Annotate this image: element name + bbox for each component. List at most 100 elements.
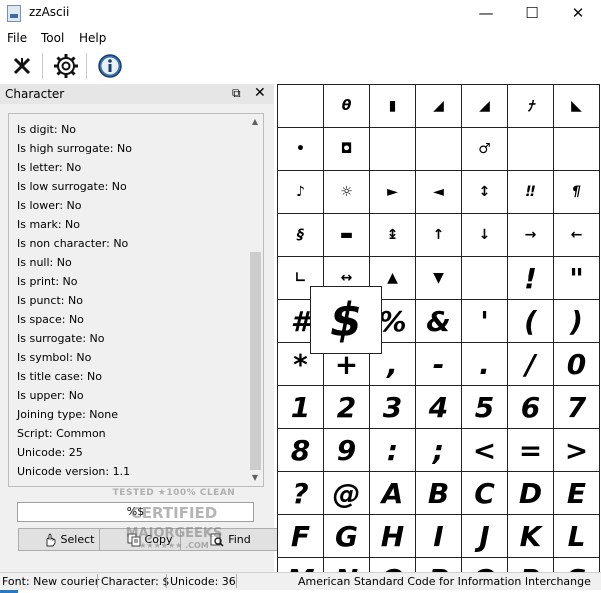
char-cell[interactable]: /: [508, 343, 554, 386]
char-cell[interactable]: H: [370, 515, 416, 558]
char-cell[interactable]: ?: [278, 472, 324, 515]
cut-button[interactable]: [7, 51, 37, 81]
char-cell[interactable]: 1: [278, 386, 324, 429]
char-cell[interactable]: =: [508, 429, 554, 472]
char-cell[interactable]: O: [370, 558, 416, 572]
char-cell[interactable]: 5: [462, 386, 508, 429]
char-cell[interactable]: K: [508, 515, 554, 558]
char-cell[interactable]: §: [278, 214, 324, 257]
char-cell[interactable]: 7: [554, 386, 600, 429]
char-cell[interactable]: ◣: [554, 85, 600, 128]
char-cell[interactable]: ◢: [416, 85, 462, 128]
char-cell[interactable]: R: [508, 558, 554, 572]
char-cell[interactable]: &: [416, 300, 462, 343]
char-cell[interactable]: ▼: [416, 257, 462, 300]
char-cell[interactable]: →: [508, 214, 554, 257]
char-cell[interactable]: [370, 128, 416, 171]
char-cell[interactable]: [462, 257, 508, 300]
char-cell[interactable]: A: [370, 472, 416, 515]
char-cell[interactable]: ►: [370, 171, 416, 214]
float-panel-button[interactable]: ⧉: [232, 86, 241, 101]
char-cell[interactable]: 8: [278, 429, 324, 472]
char-cell[interactable]: [416, 128, 462, 171]
char-cell[interactable]: ﾅ: [508, 85, 554, 128]
char-cell[interactable]: D: [508, 472, 554, 515]
menu-tool[interactable]: Tool: [41, 31, 64, 45]
scroll-thumb[interactable]: [250, 252, 261, 470]
char-cell[interactable]: !: [508, 257, 554, 300]
char-cell[interactable]: ": [554, 257, 600, 300]
maximize-button[interactable]: ☐: [509, 0, 555, 26]
settings-button[interactable]: [51, 51, 81, 81]
selected-chars-field[interactable]: %$: [17, 502, 254, 522]
char-cell[interactable]: ←: [554, 214, 600, 257]
property-row: Joining type: None: [17, 408, 118, 421]
about-button[interactable]: [95, 51, 125, 81]
scroll-up-arrow[interactable]: ▲: [247, 114, 263, 130]
char-cell[interactable]: •: [278, 128, 324, 171]
char-cell[interactable]: :: [370, 429, 416, 472]
char-cell[interactable]: 9: [324, 429, 370, 472]
char-cell[interactable]: ↑: [416, 214, 462, 257]
char-cell[interactable]: Q: [462, 558, 508, 572]
properties-scrollbar[interactable]: ▲ ▼: [247, 114, 263, 486]
properties-list[interactable]: Is digit: No Is high surrogate: No Is lett…: [8, 113, 264, 487]
char-cell[interactable]: [554, 128, 600, 171]
char-cell[interactable]: .: [462, 343, 508, 386]
char-cell[interactable]: ☼: [324, 171, 370, 214]
property-row: Is null: No: [17, 256, 72, 269]
char-cell[interactable]: ◢: [462, 85, 508, 128]
char-cell[interactable]: 6: [508, 386, 554, 429]
char-cell[interactable]: (: [508, 300, 554, 343]
char-cell[interactable]: ◘: [324, 128, 370, 171]
char-cell[interactable]: F: [278, 515, 324, 558]
char-cell[interactable]: 4: [416, 386, 462, 429]
panel-header: Character ⧉ ✕: [0, 84, 274, 104]
char-cell[interactable]: M: [278, 558, 324, 572]
close-button[interactable]: ✕: [555, 0, 601, 26]
char-cell[interactable]: 0: [554, 343, 600, 386]
char-cell[interactable]: ': [462, 300, 508, 343]
char-cell[interactable]: I: [416, 515, 462, 558]
char-cell[interactable]: G: [324, 515, 370, 558]
char-cell[interactable]: ♪: [278, 171, 324, 214]
char-cell[interactable]: <: [462, 429, 508, 472]
char-cell[interactable]: ;: [416, 429, 462, 472]
minimize-button[interactable]: —: [463, 0, 509, 26]
char-cell[interactable]: ♂: [462, 128, 508, 171]
char-cell[interactable]: P: [416, 558, 462, 572]
close-panel-button[interactable]: ✕: [254, 85, 266, 101]
char-cell[interactable]: ↨: [370, 214, 416, 257]
char-cell[interactable]: >: [554, 429, 600, 472]
char-cell[interactable]: [508, 128, 554, 171]
menu-help[interactable]: Help: [79, 31, 106, 45]
char-cell[interactable]: E: [554, 472, 600, 515]
char-cell[interactable]: S: [554, 558, 600, 572]
char-cell[interactable]: ▬: [324, 214, 370, 257]
scroll-down-arrow[interactable]: ▼: [247, 470, 263, 486]
char-cell[interactable]: B: [416, 472, 462, 515]
char-cell[interactable]: @: [324, 472, 370, 515]
char-cell[interactable]: J: [462, 515, 508, 558]
property-row: Is print: No: [17, 275, 78, 288]
menu-file[interactable]: File: [7, 31, 27, 45]
char-cell[interactable]: ‼: [508, 171, 554, 214]
char-cell[interactable]: 2: [324, 386, 370, 429]
find-button[interactable]: Find: [180, 528, 281, 551]
char-cell[interactable]: 3: [370, 386, 416, 429]
majorgeeks-watermark: TESTED ★100% CLEAN CERTIFIED MAJORGEEKS …: [104, 488, 244, 564]
char-cell[interactable]: ◄: [416, 171, 462, 214]
char-cell[interactable]: ¶: [554, 171, 600, 214]
char-cell[interactable]: ↓: [462, 214, 508, 257]
toolbar: [0, 49, 601, 82]
char-cell[interactable]: ▮: [370, 85, 416, 128]
char-cell[interactable]: -: [416, 343, 462, 386]
char-cell[interactable]: ): [554, 300, 600, 343]
char-cell[interactable]: N: [324, 558, 370, 572]
char-cell[interactable]: [278, 85, 324, 128]
char-cell[interactable]: ↕: [462, 171, 508, 214]
info-icon: [98, 54, 122, 78]
char-cell[interactable]: θ: [324, 85, 370, 128]
char-cell[interactable]: C: [462, 472, 508, 515]
char-cell[interactable]: L: [554, 515, 600, 558]
